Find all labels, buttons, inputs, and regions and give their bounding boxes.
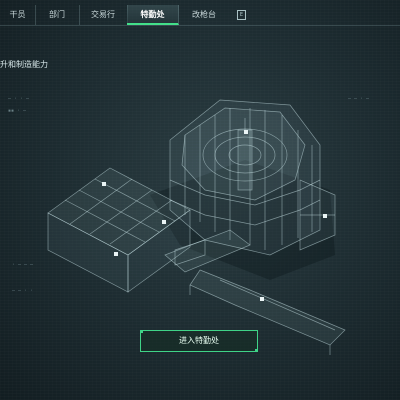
facility-marker-icon[interactable] (243, 129, 249, 135)
enter-special-ops-button[interactable]: 进入特勤处 (140, 330, 258, 352)
facility-marker-icon[interactable] (161, 219, 167, 225)
button-corner-accent (140, 330, 143, 333)
facility-marker-icon[interactable] (113, 251, 119, 257)
facility-marker-icon[interactable] (322, 213, 328, 219)
facility-marker-icon[interactable] (259, 296, 265, 302)
facility-marker-icon[interactable] (101, 181, 107, 187)
button-corner-accent (255, 349, 258, 352)
